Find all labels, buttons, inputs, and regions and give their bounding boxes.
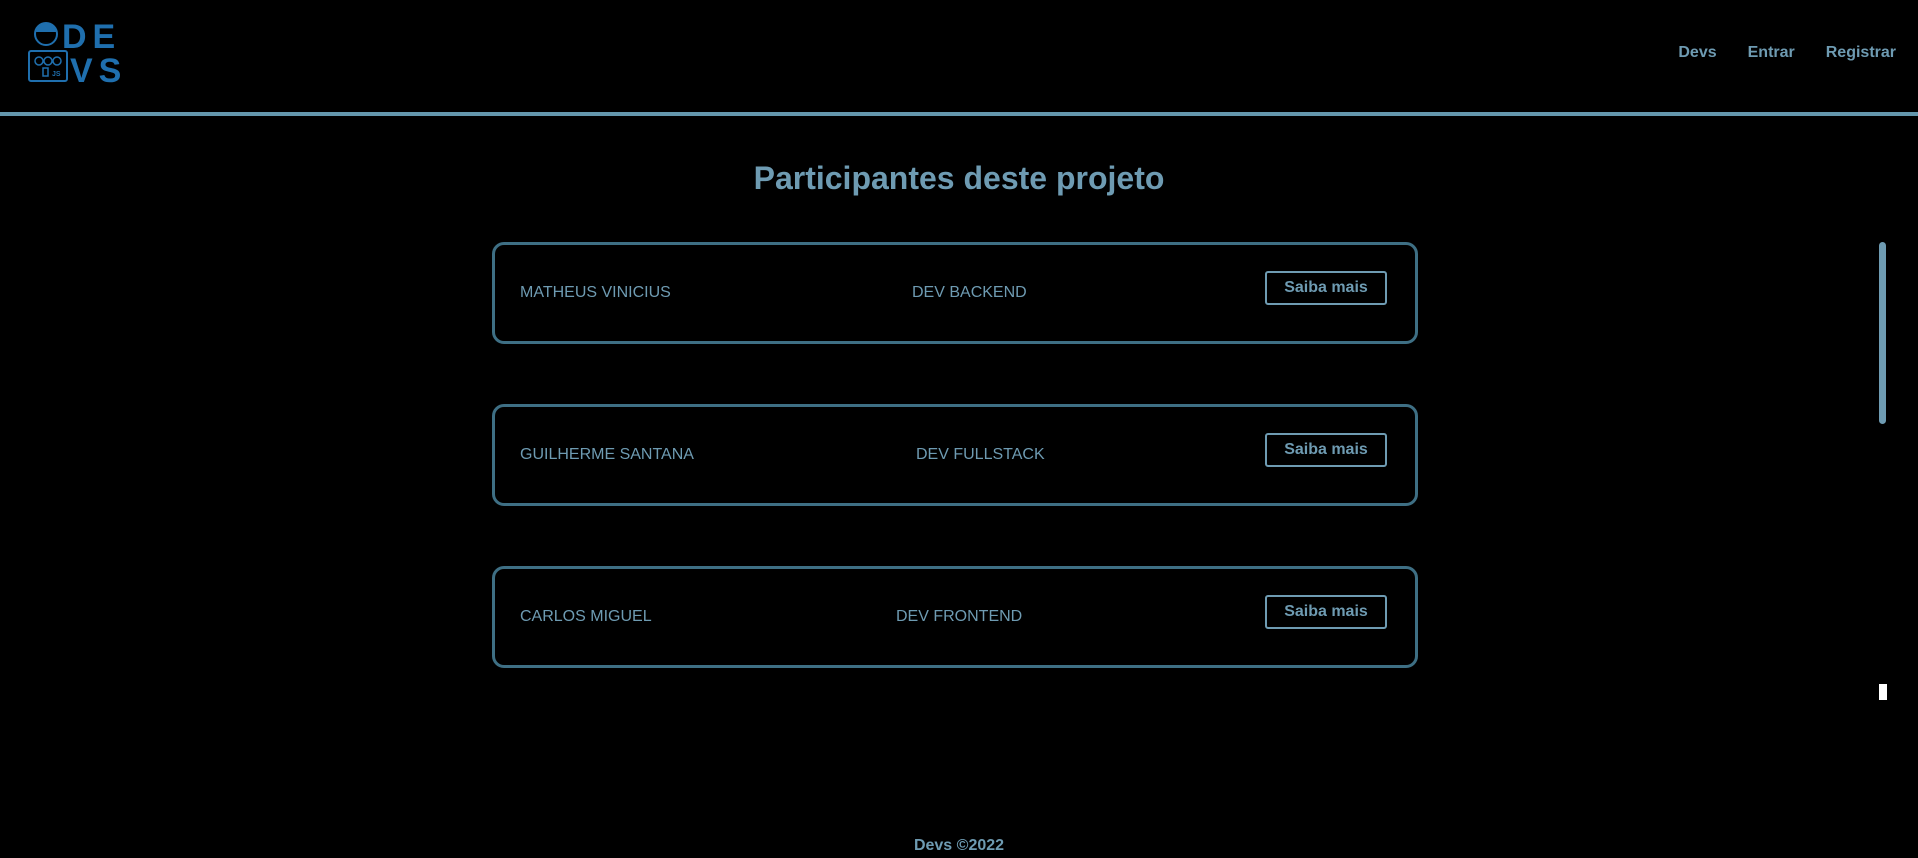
saiba-mais-button[interactable]: Saiba mais [1265,595,1387,629]
developer-logo-icon: JS DE VS [28,18,127,88]
svg-text:VS: VS [70,52,127,88]
devs-logo[interactable]: JS DE VS [26,18,130,88]
page: JS DE VS Devs Entrar Registrar Participa… [0,0,1918,858]
footer-copyright: Devs ©2022 [913,837,1005,854]
svg-text:DE: DE [62,18,121,56]
main-nav: Devs Entrar Registrar [1678,44,1896,62]
member-role: DEV BACKEND [912,284,1027,301]
member-name: MATHEUS VINICIUS [520,284,671,301]
scrollbar-track[interactable] [1879,242,1886,424]
member-name: GUILHERME SANTANA [520,446,694,463]
member-card: GUILHERME SANTANA DEV FULLSTACK Saiba ma… [492,404,1418,506]
member-card: MATHEUS VINICIUS DEV BACKEND Saiba mais [492,242,1418,344]
member-role: DEV FRONTEND [896,608,1023,625]
member-role: DEV FULLSTACK [916,446,1045,463]
member-name: CARLOS MIGUEL [520,608,652,625]
nav-link-entrar[interactable]: Entrar [1748,44,1795,62]
saiba-mais-button[interactable]: Saiba mais [1265,433,1387,467]
page-title: Participantes deste projeto [753,160,1165,196]
svg-text:JS: JS [52,71,61,78]
nav-link-registrar[interactable]: Registrar [1826,44,1896,62]
scrollbar-thumb[interactable] [1879,684,1887,700]
saiba-mais-button[interactable]: Saiba mais [1265,271,1387,305]
nav-link-devs[interactable]: Devs [1678,44,1716,62]
site-header: JS DE VS Devs Entrar Registrar [0,0,1918,116]
member-card: CARLOS MIGUEL DEV FRONTEND Saiba mais [492,566,1418,668]
